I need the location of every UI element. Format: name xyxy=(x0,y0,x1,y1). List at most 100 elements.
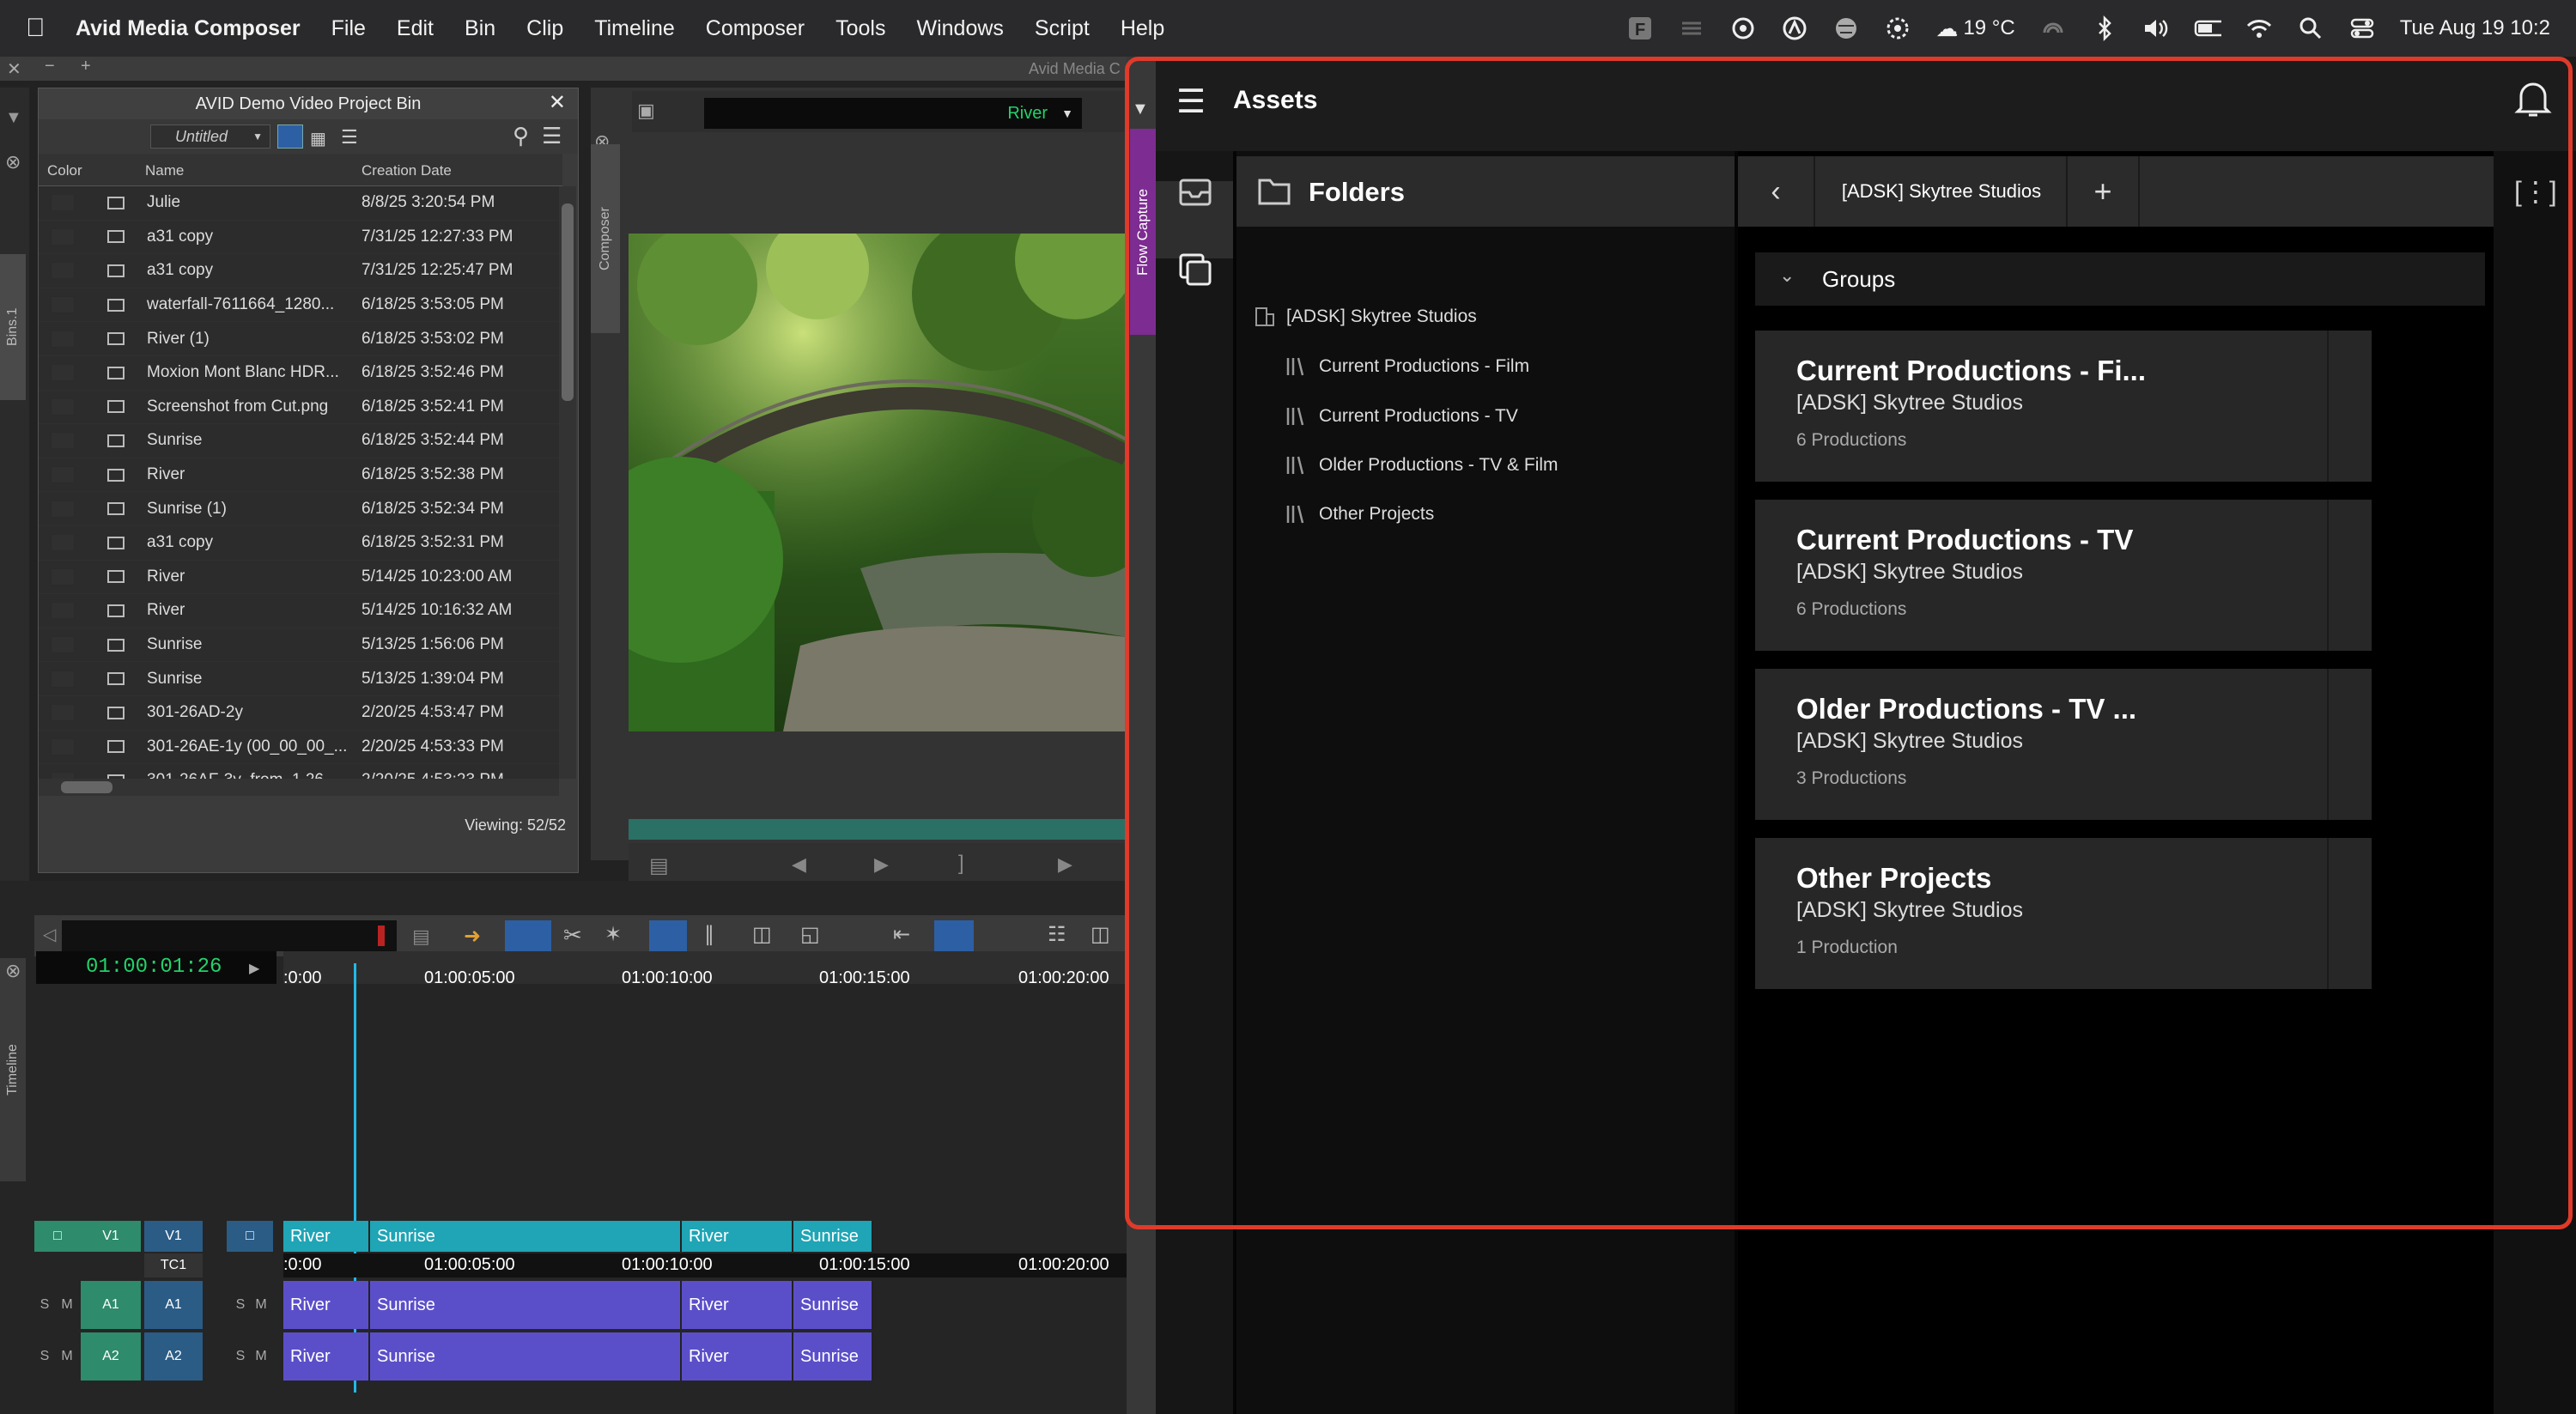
battery-icon[interactable] xyxy=(2194,15,2221,42)
clip-color-swatch[interactable] xyxy=(51,228,75,246)
clip-color-swatch[interactable] xyxy=(51,466,75,484)
a1-source-track[interactable]: A1 xyxy=(81,1281,141,1329)
timeline-clip[interactable]: Sunrise xyxy=(793,1221,873,1252)
clip-color-swatch[interactable] xyxy=(51,432,75,450)
bin-search-icon[interactable]: ⚲ xyxy=(513,123,529,149)
card-action-area[interactable] xyxy=(2327,838,2372,989)
timeline-clip[interactable]: Sunrise xyxy=(793,1281,873,1329)
link-selection-icon[interactable] xyxy=(934,920,974,951)
bin-clip-row[interactable]: waterfall-7611664_1280... 6/18/25 3:53:05… xyxy=(39,288,559,323)
clip-color-swatch[interactable] xyxy=(51,397,75,416)
a2-mute-button[interactable]: M xyxy=(58,1348,76,1365)
bin-clip-row[interactable]: River 5/14/25 10:16:32 AM xyxy=(39,594,559,628)
bin-clip-row[interactable]: 301-26AE-1y (00_00_00_... 2/20/25 4:53:33… xyxy=(39,731,559,765)
step-forward-icon[interactable]: ▶ xyxy=(874,853,889,876)
menu-edit[interactable]: Edit xyxy=(397,16,434,41)
bin-clip-row[interactable]: a31 copy 7/31/25 12:25:47 PM xyxy=(39,254,559,288)
menu-tools[interactable]: Tools xyxy=(835,16,885,41)
window-close-icon[interactable]: ✕ xyxy=(7,58,21,80)
inbox-icon[interactable] xyxy=(1178,177,1212,212)
trim-icon[interactable]: ◱ xyxy=(800,922,820,947)
hamburger-menu-icon[interactable]: ☰ xyxy=(1176,82,1206,121)
tree-item-current-productions-film[interactable]: Current Productions - Film xyxy=(1285,355,1529,378)
dock-collapse-icon[interactable]: ▼ xyxy=(5,108,22,128)
v1-source-monitor-icon[interactable]: □ xyxy=(34,1221,81,1252)
bin-horizontal-scrollbar[interactable] xyxy=(39,779,559,796)
scroll-thumb[interactable] xyxy=(61,781,112,793)
volume-icon[interactable] xyxy=(2142,15,2170,42)
a1-solo-button[interactable]: S xyxy=(36,1296,53,1314)
timeline-clip[interactable]: Sunrise xyxy=(370,1281,682,1329)
a2-record-mute-button[interactable]: M xyxy=(252,1348,270,1365)
v1-video-monitor-icon[interactable]: □ xyxy=(227,1221,273,1252)
bin-vertical-scrollbar[interactable] xyxy=(559,186,576,779)
bin-clip-row[interactable]: Screenshot from Cut.png 6/18/25 3:52:41 P… xyxy=(39,391,559,425)
cut-icon[interactable]: ✂ xyxy=(563,922,582,949)
timeline-menu-icon[interactable]: ▤ xyxy=(412,925,430,948)
group-card[interactable]: Current Productions - TV [ADSK] Skytree … xyxy=(1755,500,2372,651)
clip-color-swatch[interactable] xyxy=(51,500,75,518)
script-icon[interactable] xyxy=(1678,15,1705,42)
column-name[interactable]: Name xyxy=(145,162,184,179)
card-action-area[interactable] xyxy=(2327,500,2372,651)
clip-color-swatch[interactable] xyxy=(51,534,75,552)
clip-color-swatch[interactable] xyxy=(51,262,75,280)
menu-timeline[interactable]: Timeline xyxy=(594,16,675,41)
card-action-area[interactable] xyxy=(2327,669,2372,820)
search-icon[interactable] xyxy=(2297,15,2324,42)
bin-clip-row[interactable]: Moxion Mont Blanc HDR... 6/18/25 3:52:46 … xyxy=(39,356,559,391)
clip-color-swatch[interactable] xyxy=(51,364,75,382)
video-frame[interactable] xyxy=(629,234,1127,731)
breadcrumb[interactable]: [ADSK] Skytree Studios xyxy=(1817,156,2068,227)
timeline-clip[interactable]: Sunrise xyxy=(370,1332,682,1381)
f-icon[interactable]: F xyxy=(1626,15,1654,42)
a1-mute-button[interactable]: M xyxy=(58,1296,76,1314)
bin-clip-row[interactable]: River (1) 6/18/25 3:53:02 PM xyxy=(39,322,559,356)
timeline-view-icon[interactable]: ◫ xyxy=(1091,922,1110,947)
menu-file[interactable]: File xyxy=(331,16,366,41)
column-color[interactable]: Color xyxy=(47,162,82,179)
timeline-clip[interactable]: Sunrise xyxy=(370,1221,682,1252)
tree-item-current-productions-tv[interactable]: Current Productions - TV xyxy=(1285,405,1518,428)
a1-record-track[interactable]: A1 xyxy=(144,1281,203,1329)
menu-script[interactable]: Script xyxy=(1035,16,1090,41)
clip-color-swatch[interactable] xyxy=(51,670,75,688)
segment-mode-icon[interactable] xyxy=(649,920,687,951)
group-card[interactable]: Current Productions - Fi... [ADSK] Skytr… xyxy=(1755,331,2372,482)
splice-in-icon[interactable]: ➜ xyxy=(464,924,481,949)
tc1-track[interactable]: TC1 xyxy=(144,1253,203,1277)
wifi-icon[interactable] xyxy=(2245,15,2273,42)
menu-app-name[interactable]: Avid Media Composer xyxy=(76,16,301,41)
bin-clip-row[interactable]: a31 copy 6/18/25 3:52:31 PM xyxy=(39,526,559,561)
tree-item-other-projects[interactable]: Other Projects xyxy=(1285,503,1434,525)
extract-icon[interactable]: ◫ xyxy=(752,922,772,947)
clip-color-swatch[interactable] xyxy=(51,772,75,779)
bin-script-view-icon[interactable]: ☰ xyxy=(341,126,358,149)
effects-icon[interactable]: ✶ xyxy=(605,922,622,947)
timeline-side-tab[interactable]: Timeline xyxy=(0,958,26,1181)
airdrop-icon[interactable] xyxy=(2039,15,2067,42)
marker-icon[interactable]: ⇤ xyxy=(893,922,910,947)
add-button[interactable]: + xyxy=(2068,156,2140,227)
column-creation-date[interactable]: Creation Date xyxy=(361,162,452,179)
timecode-menu-icon[interactable]: ▶ xyxy=(249,960,259,977)
bin-menu-icon[interactable]: ☰ xyxy=(542,123,562,149)
bin-clip-row[interactable]: Sunrise (1) 6/18/25 3:52:34 PM xyxy=(39,492,559,526)
timeline-clip[interactable]: River xyxy=(283,1332,370,1381)
clip-color-swatch[interactable] xyxy=(51,567,75,586)
group-card[interactable]: Other Projects [ADSK] Skytree Studios 1 … xyxy=(1755,838,2372,989)
bin-frame-view-icon[interactable]: ▦ xyxy=(310,128,326,149)
overwrite-icon[interactable] xyxy=(505,920,551,951)
a2-source-track[interactable]: A2 xyxy=(81,1332,141,1381)
control-center-icon[interactable] xyxy=(2348,15,2376,42)
apple-icon[interactable]:  xyxy=(26,14,52,43)
bluetooth-icon[interactable] xyxy=(2091,15,2118,42)
play-icon[interactable]: ▶ xyxy=(1058,853,1072,876)
weather-icon[interactable]: ☁ 19 °C xyxy=(1935,15,2014,42)
card-action-area[interactable] xyxy=(2327,331,2372,482)
monitor-menu-icon[interactable]: ▣ xyxy=(637,100,655,122)
window-zoom-icon[interactable]: + xyxy=(81,57,91,76)
clip-color-swatch[interactable] xyxy=(51,704,75,722)
flow-capture-tab[interactable]: Flow Capture xyxy=(1130,129,1156,335)
tree-root[interactable]: [ADSK] Skytree Studios xyxy=(1254,306,1477,328)
